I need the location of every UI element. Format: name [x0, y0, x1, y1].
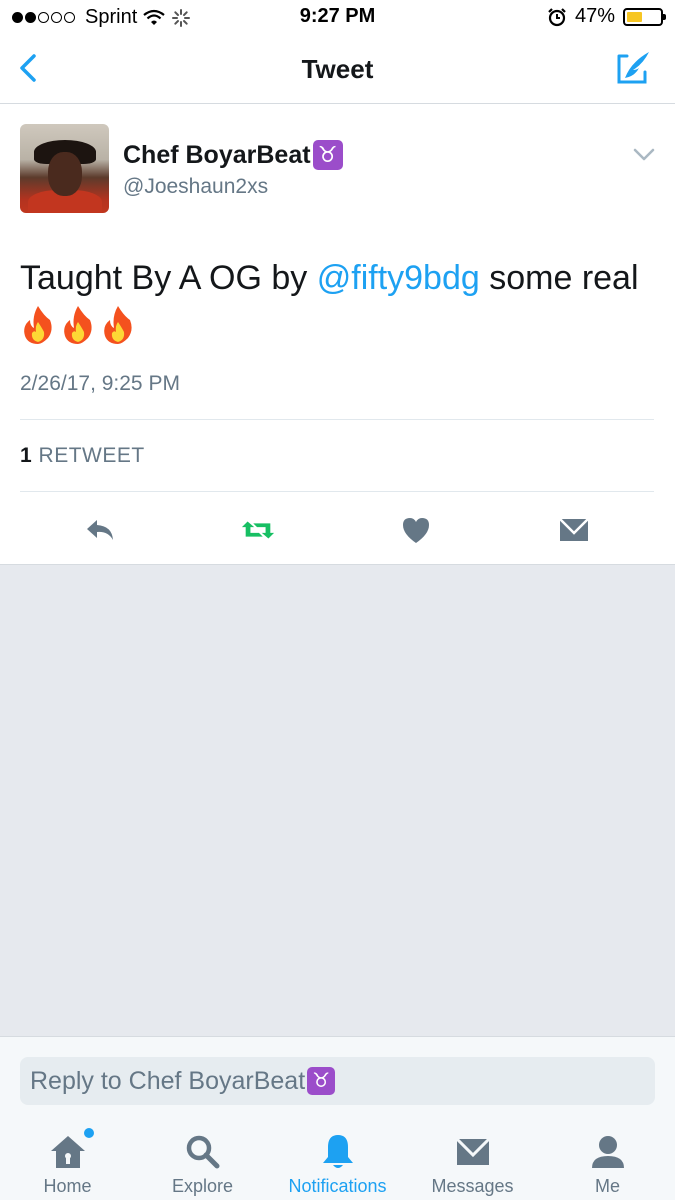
tab-notifications[interactable]: Notifications: [270, 1120, 405, 1200]
tab-me[interactable]: Me: [540, 1120, 675, 1200]
tab-label: Me: [594, 1176, 620, 1196]
tab-label: Home: [43, 1176, 92, 1196]
reply-bar: Reply to Chef BoyarBeat ♉: [0, 1036, 675, 1120]
tweet-text-part: Taught By A OG by: [20, 259, 317, 297]
avatar[interactable]: [20, 124, 109, 213]
retweet-icon: [241, 521, 275, 539]
fire-emoji-group: [20, 304, 136, 344]
status-right: 47%: [547, 5, 666, 28]
compose-icon[interactable]: [613, 48, 653, 88]
page-title: Tweet: [301, 54, 374, 84]
envelope-icon: [453, 1132, 493, 1172]
tab-label: Notifications: [288, 1176, 387, 1196]
status-bar: Sprint 9:27 PM 47%: [0, 0, 675, 36]
retweet-count[interactable]: 1 RETWEET: [20, 444, 145, 468]
home-icon: [48, 1128, 94, 1172]
empty-replies-area: [0, 564, 675, 1036]
battery-percent: 47%: [574, 5, 615, 27]
tweet-detail: Chef BoyarBeat ♉ @Joeshaun2xs Taught By A…: [0, 104, 675, 564]
reply-icon: [87, 520, 113, 540]
tab-bar: Home Explore Notifications Messages Me: [0, 1120, 675, 1200]
user-name-text: Chef BoyarBeat: [123, 140, 311, 169]
retweet-count-number: 1: [20, 444, 33, 467]
user-display-name[interactable]: Chef BoyarBeat ♉: [123, 140, 343, 170]
retweet-count-label: RETWEET: [38, 444, 145, 467]
tab-explore[interactable]: Explore: [135, 1120, 270, 1200]
navigation-bar: Tweet: [0, 36, 675, 104]
search-icon: [183, 1132, 223, 1172]
reply-input[interactable]: Reply to Chef BoyarBeat ♉: [20, 1057, 655, 1105]
taurus-emoji-icon: ♉: [307, 1067, 336, 1095]
notification-dot: [83, 1128, 94, 1138]
battery-fill: [627, 11, 643, 22]
user-handle[interactable]: @Joeshaun2xs: [123, 175, 268, 199]
fire-icon: [64, 306, 92, 344]
tweet-timestamp: 2/26/17, 9:25 PM: [20, 372, 180, 395]
envelope-icon: [559, 518, 589, 541]
tab-messages[interactable]: Messages: [405, 1120, 540, 1200]
direct-message-button[interactable]: [556, 512, 592, 548]
chevron-down-icon[interactable]: [633, 148, 655, 162]
taurus-emoji-icon: ♉: [312, 140, 343, 170]
tab-label: Messages: [431, 1176, 514, 1196]
tweet-text: Taught By A OG by @fifty9bdg some real: [20, 252, 660, 304]
tweet-actions: [0, 504, 675, 562]
person-icon: [588, 1132, 628, 1172]
reply-placeholder: Reply to Chef BoyarBeat: [30, 1066, 306, 1095]
alarm-icon: [548, 7, 566, 26]
tab-label: Explore: [171, 1176, 234, 1196]
divider: [20, 491, 654, 492]
like-button[interactable]: [398, 512, 434, 548]
retweet-button[interactable]: [240, 512, 276, 548]
mention-link[interactable]: @fifty9bdg: [317, 259, 480, 297]
fire-icon: [104, 306, 132, 344]
bell-icon: [318, 1132, 358, 1172]
tweet-text-part: some real: [479, 259, 639, 297]
reply-button[interactable]: [82, 512, 118, 548]
divider: [20, 419, 654, 420]
heart-icon: [403, 518, 429, 543]
tab-home[interactable]: Home: [0, 1120, 135, 1200]
battery-icon: [623, 7, 666, 26]
fire-icon: [24, 306, 52, 344]
